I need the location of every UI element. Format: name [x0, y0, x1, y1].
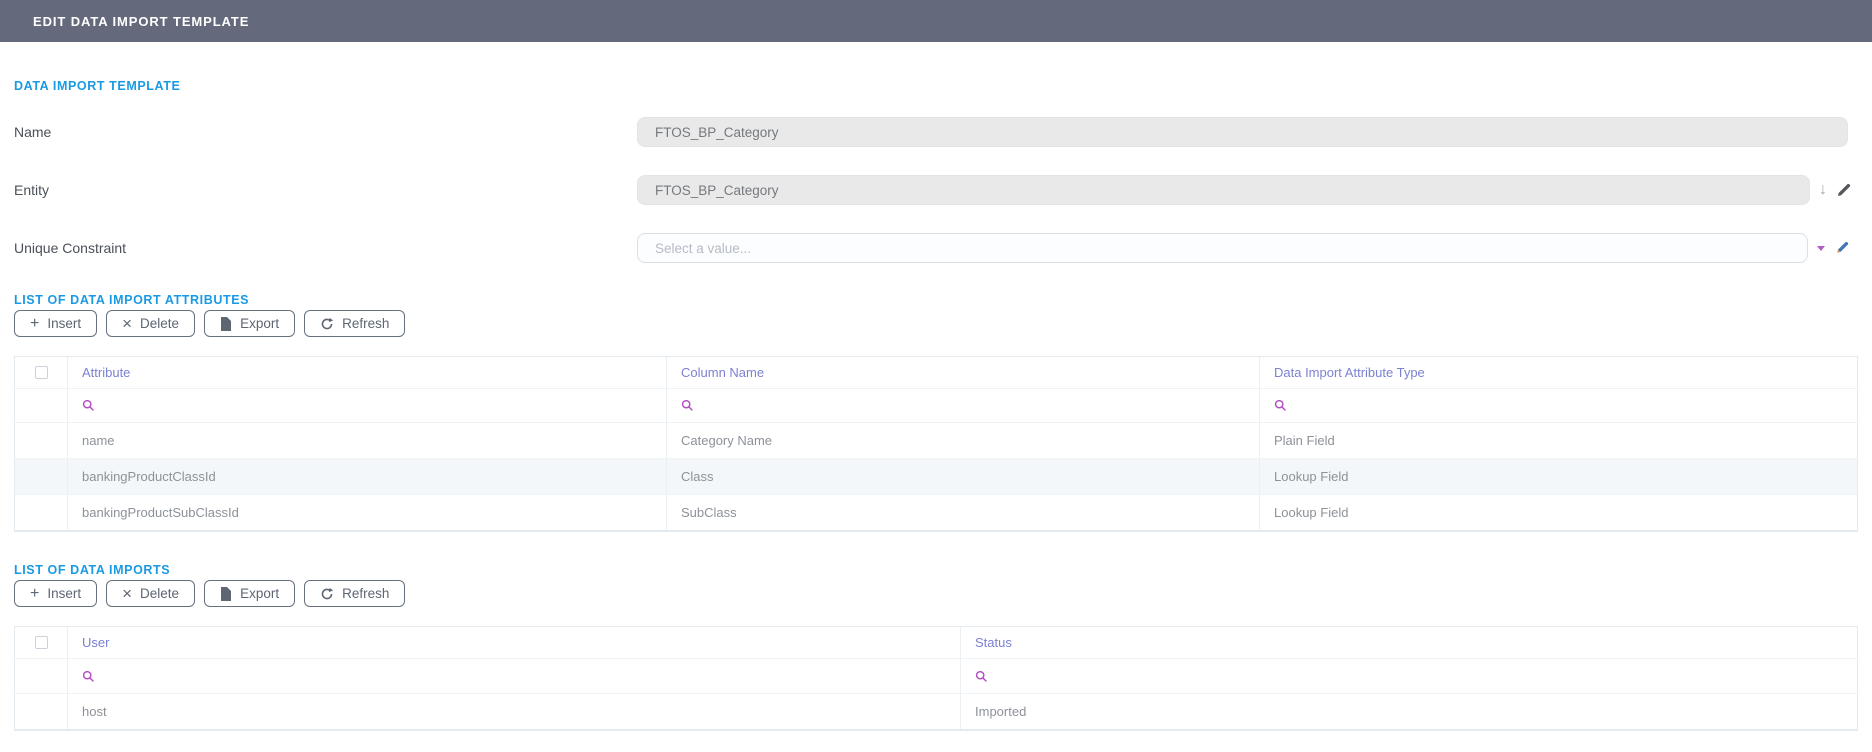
imports-table: User Status host Imported — [14, 626, 1858, 731]
plus-icon: + — [30, 586, 39, 602]
attributes-table: Attribute Column Name Data Import Attrib… — [14, 356, 1858, 532]
imports-filter-row — [15, 659, 1857, 694]
delete-button[interactable]: × Delete — [106, 310, 195, 337]
search-icon — [681, 399, 694, 412]
section-heading-template: DATA IMPORT TEMPLATE — [14, 42, 1858, 93]
unique-constraint-dropdown-caret-icon[interactable] — [1817, 246, 1825, 251]
insert-button[interactable]: + Insert — [14, 580, 97, 607]
name-input[interactable] — [637, 117, 1848, 147]
form-row-entity: Entity ↓ — [14, 175, 1858, 205]
refresh-button[interactable]: Refresh — [304, 310, 405, 337]
header-select-cell — [15, 357, 67, 388]
column-header-status[interactable]: Status — [960, 627, 1857, 658]
column-header-user[interactable]: User — [67, 627, 960, 658]
attributes-toolbar: + Insert × Delete Export Refresh — [14, 310, 1858, 337]
refresh-icon — [320, 317, 334, 331]
table-row[interactable]: host Imported — [15, 694, 1857, 730]
app-header: EDIT DATA IMPORT TEMPLATE — [0, 0, 1872, 42]
filter-cell-attribute[interactable] — [67, 389, 666, 422]
form-row-name: Name — [14, 117, 1858, 147]
imports-header-row: User Status — [15, 627, 1857, 659]
delete-button[interactable]: × Delete — [106, 580, 195, 607]
filter-cell-column-name[interactable] — [666, 389, 1259, 422]
form-row-unique-constraint: Unique Constraint — [14, 233, 1858, 263]
entity-label: Entity — [14, 182, 637, 198]
x-icon: × — [122, 315, 132, 332]
insert-button[interactable]: + Insert — [14, 310, 97, 337]
filter-cell-user[interactable] — [67, 659, 960, 693]
refresh-icon — [320, 587, 334, 601]
export-button[interactable]: Export — [204, 580, 295, 607]
file-icon — [220, 587, 232, 601]
unique-constraint-edit-pencil-icon[interactable] — [1834, 240, 1850, 256]
imports-toolbar: + Insert × Delete Export Refresh — [14, 580, 1858, 607]
plus-icon: + — [30, 316, 39, 332]
attributes-filter-row — [15, 389, 1857, 423]
column-header-attribute-type[interactable]: Data Import Attribute Type — [1259, 357, 1857, 388]
attributes-header-row: Attribute Column Name Data Import Attrib… — [15, 357, 1857, 389]
filter-cell-status[interactable] — [960, 659, 1857, 693]
table-row[interactable]: bankingProductSubClassId SubClass Lookup… — [15, 495, 1857, 531]
filter-cell-attribute-type[interactable] — [1259, 389, 1857, 422]
table-row[interactable]: name Category Name Plain Field — [15, 423, 1857, 459]
column-header-column-name[interactable]: Column Name — [666, 357, 1259, 388]
search-icon — [975, 670, 988, 683]
file-icon — [220, 317, 232, 331]
section-heading-attributes: LIST OF DATA IMPORT ATTRIBUTES — [14, 293, 1858, 307]
unique-constraint-input[interactable] — [637, 233, 1808, 263]
entity-edit-pencil-icon[interactable] — [1836, 182, 1852, 198]
section-heading-imports: LIST OF DATA IMPORTS — [14, 563, 1858, 577]
table-row[interactable]: bankingProductClassId Class Lookup Field — [15, 459, 1857, 495]
header-select-cell — [15, 627, 67, 658]
unique-constraint-label: Unique Constraint — [14, 240, 637, 256]
select-all-checkbox[interactable] — [35, 636, 48, 649]
page-title: EDIT DATA IMPORT TEMPLATE — [33, 14, 249, 29]
search-icon — [82, 399, 95, 412]
name-label: Name — [14, 124, 637, 140]
search-icon — [1274, 399, 1287, 412]
main-content: DATA IMPORT TEMPLATE Name Entity ↓ Uniqu… — [0, 42, 1872, 731]
refresh-button[interactable]: Refresh — [304, 580, 405, 607]
select-all-checkbox[interactable] — [35, 366, 48, 379]
export-button[interactable]: Export — [204, 310, 295, 337]
search-icon — [82, 670, 95, 683]
entity-dropdown-arrow-icon[interactable]: ↓ — [1819, 182, 1827, 198]
x-icon: × — [122, 585, 132, 602]
entity-input[interactable] — [637, 175, 1810, 205]
column-header-attribute[interactable]: Attribute — [67, 357, 666, 388]
